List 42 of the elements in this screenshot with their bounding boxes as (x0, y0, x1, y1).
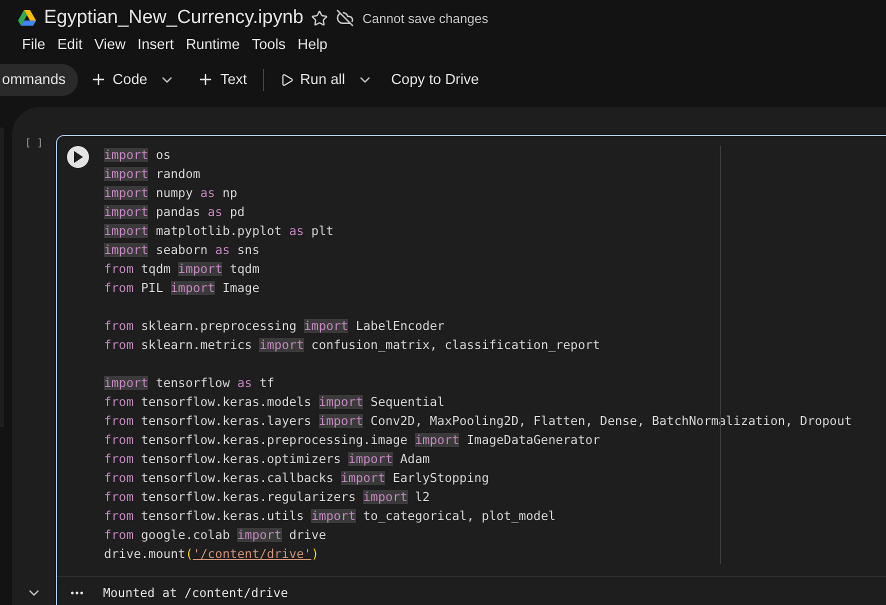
execution-count: [ ] (24, 138, 44, 149)
play-icon (73, 151, 83, 163)
code-line: drive.mount('/content/drive') (104, 546, 319, 563)
code-line: import matplotlib.pyplot as plt (104, 223, 334, 240)
menu-item[interactable]: File (16, 35, 52, 55)
save-status: Cannot save changes (362, 10, 488, 26)
code-line: from tqdm import tqdm (104, 261, 260, 278)
code-line: import seaborn as sns (104, 242, 260, 259)
add-code-button[interactable]: Code (82, 64, 156, 96)
menu-item[interactable]: Runtime (180, 35, 246, 55)
notebook-title[interactable]: Egyptian_New_Currency.ipynb (44, 7, 304, 29)
code-line: import numpy as np (104, 185, 238, 202)
code-line: from sklearn.preprocessing import LabelEncoder (104, 318, 445, 335)
menu-item[interactable]: Insert (132, 35, 180, 55)
code-line: from tensorflow.keras.layers import Conv2D, MaxPooling2D, Flatten, Dense, BatchNormalization, Dropout (104, 413, 852, 430)
cloud-off-icon (336, 9, 354, 27)
code-line: from tensorflow.keras.callbacks import EarlyStopping (104, 470, 489, 487)
code-line: import tensorflow as tf (104, 375, 274, 392)
code-line: from tensorflow.keras.optimizers import Adam (104, 451, 430, 468)
code-line: import random (104, 166, 200, 183)
add-text-button[interactable]: Text (189, 64, 255, 96)
commands-button[interactable]: ommands (0, 64, 78, 96)
run-all-button[interactable]: Run all (272, 64, 354, 96)
code-line: import pandas as pd (104, 204, 245, 221)
star-icon[interactable] (311, 10, 328, 26)
play-icon (280, 72, 294, 86)
drive-logo-icon (18, 10, 36, 26)
menu-item[interactable]: Tools (246, 35, 292, 55)
code-line: from tensorflow.keras.regularizers import l2 (104, 489, 430, 506)
code-line: import os (104, 147, 171, 164)
code-line: from PIL import Image (104, 280, 260, 297)
copy-to-drive-button[interactable]: Copy to Drive (383, 64, 487, 96)
menu-item[interactable]: Edit (51, 35, 88, 55)
code-line: from google.colab import drive (104, 527, 326, 544)
code-line: from sklearn.metrics import confusion_matrix, classification_report (104, 337, 600, 354)
output-text: Mounted at /content/drive (103, 586, 288, 600)
code-line: from tensorflow.keras.utils import to_categorical, plot_model (104, 508, 556, 525)
run-cell-button[interactable] (67, 146, 89, 168)
code-line: from tensorflow.keras.models import Sequential (104, 394, 445, 411)
code-line: from tensorflow.keras.preprocessing.image import ImageDataGenerator (104, 432, 600, 449)
menu-item[interactable]: View (88, 35, 132, 55)
menu-item[interactable]: Help (292, 35, 334, 55)
